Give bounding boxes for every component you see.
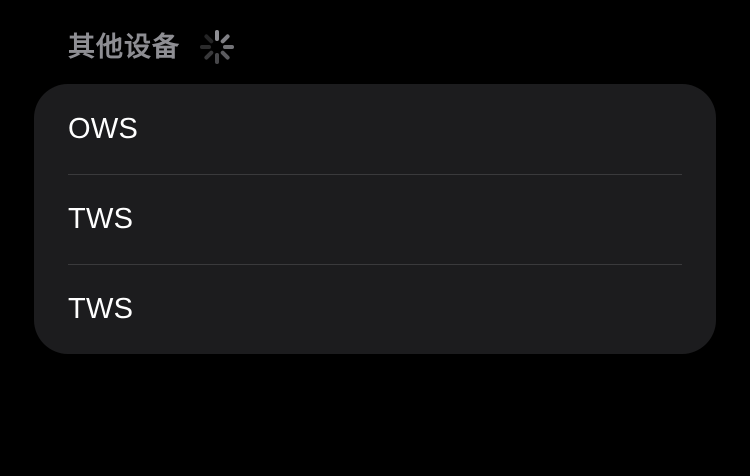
device-name: TWS (68, 202, 134, 235)
device-row[interactable]: OWS (34, 84, 716, 174)
device-name: OWS (68, 112, 139, 145)
device-row[interactable]: TWS (34, 264, 716, 354)
section-title: 其他设备 (68, 31, 180, 63)
device-row[interactable]: TWS (34, 174, 716, 264)
device-name: TWS (68, 292, 134, 325)
device-list-card: OWS TWS TWS (34, 84, 716, 354)
other-devices-header: 其他设备 (68, 28, 236, 66)
loading-spinner-icon (200, 30, 234, 64)
